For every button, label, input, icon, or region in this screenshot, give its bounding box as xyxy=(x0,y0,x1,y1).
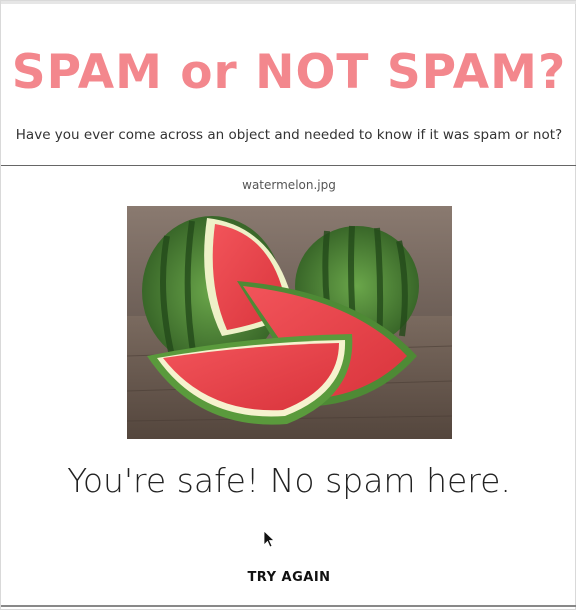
top-rule xyxy=(1,1,576,4)
section-divider xyxy=(1,165,576,166)
bottom-rule xyxy=(1,605,576,607)
mouse-pointer-icon xyxy=(263,530,275,548)
uploaded-image xyxy=(127,206,452,439)
try-again-button[interactable]: TRY AGAIN xyxy=(239,564,339,590)
uploaded-filename: watermelon.jpg xyxy=(242,178,336,192)
page-subtitle: Have you ever come across an object and … xyxy=(15,127,563,143)
app-page: SPAM or NOT SPAM? Have you ever come acr… xyxy=(0,0,576,610)
page-title: SPAM or NOT SPAM? xyxy=(11,45,567,100)
result-message: You're safe! No spam here. xyxy=(67,461,511,500)
